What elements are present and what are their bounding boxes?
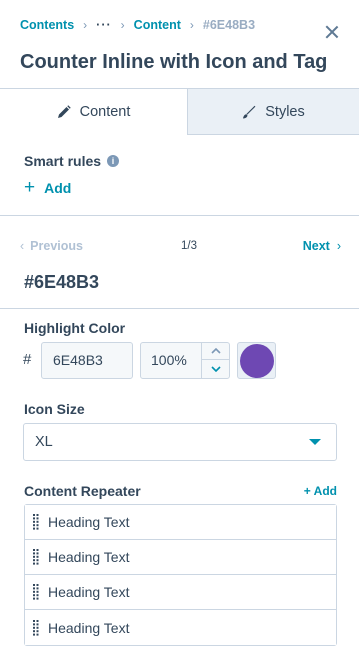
chevron-right-icon: › xyxy=(189,18,194,32)
opacity-stepper[interactable]: 100% xyxy=(140,342,230,379)
next-label: Next xyxy=(302,239,330,253)
add-smart-rule-label: Add xyxy=(44,180,72,196)
icon-size-label: Icon Size xyxy=(24,401,85,417)
list-item[interactable]: Heading Text xyxy=(25,505,336,540)
previous-label: Previous xyxy=(30,239,83,253)
page-title: Counter Inline with Icon and Tag xyxy=(20,51,328,73)
smart-rules-label: Smart rules xyxy=(24,153,102,169)
tab-content[interactable]: Content xyxy=(0,89,188,135)
content-repeater-list: Heading Text Heading Text Heading Text Head… xyxy=(24,504,337,646)
increment-button[interactable] xyxy=(202,343,229,360)
caret-down-icon xyxy=(309,439,321,445)
hash-prefix: # xyxy=(23,351,32,368)
chevron-right-icon: › xyxy=(83,18,88,32)
list-item-label: Heading Text xyxy=(48,619,130,636)
list-item-label: Heading Text xyxy=(48,584,130,600)
list-item[interactable]: Heading Text xyxy=(25,540,336,575)
content-repeater-label: Content Repeater xyxy=(24,483,141,499)
plus-icon: + xyxy=(24,177,36,198)
drag-handle-icon[interactable] xyxy=(25,514,47,530)
breadcrumb-contents[interactable]: Contents xyxy=(20,18,74,32)
info-icon[interactable]: i xyxy=(107,155,120,167)
tab-styles[interactable]: Styles xyxy=(188,89,359,135)
icon-size-value: XL xyxy=(35,434,53,450)
decrement-button[interactable] xyxy=(202,360,229,377)
tab-content-label: Content xyxy=(79,104,131,120)
chevron-right-icon: › xyxy=(120,18,125,32)
color-picker-button[interactable] xyxy=(237,342,276,379)
list-item-label: Heading Text xyxy=(48,514,130,530)
pencil-icon xyxy=(57,105,71,118)
drag-handle-icon[interactable] xyxy=(25,584,47,600)
chevron-left-icon: ‹ xyxy=(20,239,25,253)
list-item-label: Heading Text xyxy=(48,549,130,565)
close-icon[interactable] xyxy=(325,25,339,39)
brush-icon xyxy=(243,105,256,118)
breadcrumb-current: #6E48B3 xyxy=(202,18,256,32)
color-swatch xyxy=(240,344,274,378)
smart-rules-section: Smart rules i + Add xyxy=(0,134,359,216)
chevron-up-icon xyxy=(210,348,221,354)
item-title: #6E48B3 xyxy=(24,272,100,292)
tab-styles-label: Styles xyxy=(265,103,305,120)
chevron-right-icon: › xyxy=(336,239,341,253)
tab-bar: Content Styles xyxy=(0,88,359,135)
list-item[interactable]: Heading Text xyxy=(25,610,336,645)
breadcrumb-ellipsis[interactable]: ··· xyxy=(96,18,112,32)
list-item[interactable]: Heading Text xyxy=(25,575,336,610)
item-pager: ‹ Previous 1/3 Next › #6E48B3 xyxy=(0,217,359,309)
drag-handle-icon[interactable] xyxy=(25,549,47,565)
highlight-color-label: Highlight Color xyxy=(24,320,126,336)
stepper-controls xyxy=(201,343,229,378)
opacity-value: 100% xyxy=(151,352,187,368)
breadcrumb: Contents › ··· › Content › #6E48B3 xyxy=(20,18,255,32)
add-repeater-item-button[interactable]: + Add xyxy=(304,484,337,498)
drag-handle-icon[interactable] xyxy=(25,619,47,636)
breadcrumb-content[interactable]: Content xyxy=(134,18,181,32)
icon-size-select[interactable]: XL xyxy=(23,423,337,461)
page-count: 1/3 xyxy=(181,240,197,252)
hex-color-input[interactable]: 6E48B3 xyxy=(41,342,133,379)
add-smart-rule-button[interactable]: + Add xyxy=(24,177,72,198)
next-button[interactable]: Next › xyxy=(303,239,341,253)
smart-rules-heading: Smart rules i xyxy=(24,153,120,169)
panel-header: Contents › ··· › Content › #6E48B3 Count… xyxy=(0,0,359,88)
chevron-down-icon xyxy=(210,365,221,372)
previous-button[interactable]: ‹ Previous xyxy=(20,239,83,253)
